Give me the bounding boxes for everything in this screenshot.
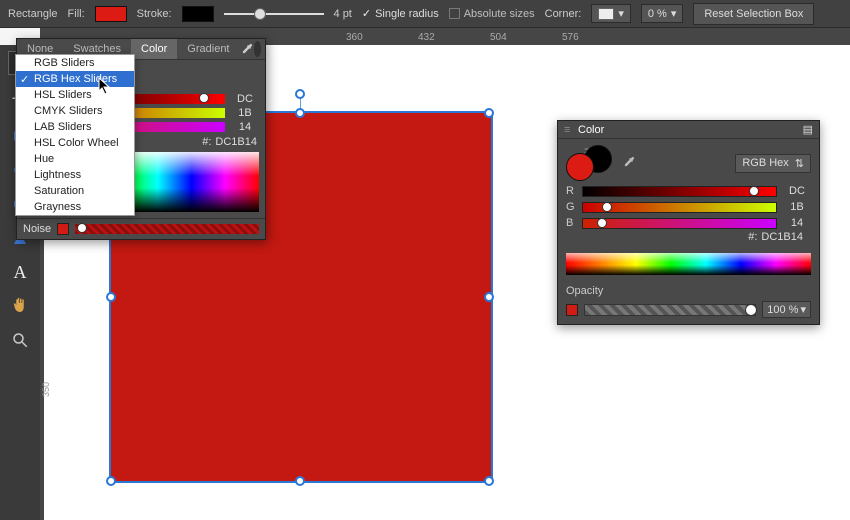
opacity-label: Opacity — [566, 285, 811, 297]
fill-color-well[interactable] — [566, 153, 594, 181]
selection-handle-w[interactable] — [106, 292, 116, 302]
slider-mode-menu: RGB Sliders ✓RGB Hex Sliders HSL Sliders… — [15, 54, 135, 216]
noise-label: Noise — [23, 223, 51, 235]
channel-r-label: R — [566, 185, 576, 197]
rotation-handle[interactable] — [295, 89, 305, 99]
channel-r-slider[interactable] — [582, 186, 777, 197]
menu-item-hsl-color-wheel[interactable]: HSL Color Wheel — [16, 135, 134, 151]
panel-menu-button[interactable]: ▤ — [803, 123, 813, 136]
eyedropper-button[interactable] — [622, 155, 642, 172]
context-bar: Rectangle Fill: Stroke: 4 pt ✓ Single rad… — [0, 0, 850, 28]
menu-item-lightness[interactable]: Lightness — [16, 167, 134, 183]
corner-label: Corner: — [545, 8, 582, 20]
zoom-tool[interactable] — [9, 329, 31, 351]
selection-handle-se[interactable] — [484, 476, 494, 486]
channel-g-slider[interactable] — [582, 202, 777, 213]
menu-item-grayness[interactable]: Grayness — [16, 199, 134, 215]
selection-handle-sw[interactable] — [106, 476, 116, 486]
selection-handle-n[interactable] — [295, 108, 305, 118]
panel-spectrum-picker[interactable] — [566, 253, 811, 275]
menu-item-rgb-hex-sliders[interactable]: ✓RGB Hex Sliders — [16, 71, 134, 87]
color-model-select[interactable]: RGB Hex ⇅ — [735, 154, 811, 173]
selection-handle-ne[interactable] — [484, 108, 494, 118]
stroke-swatch[interactable] — [182, 6, 214, 22]
corner-value: 0 % — [648, 8, 667, 20]
green-value[interactable]: 1B — [231, 107, 259, 119]
fill-swatch[interactable] — [95, 6, 127, 22]
opacity-slider[interactable] — [584, 304, 756, 316]
stroke-label: Stroke: — [137, 8, 172, 20]
text-tool[interactable]: A — [9, 261, 31, 283]
chevron-down-icon: ▾ — [800, 303, 806, 316]
check-icon: ✓ — [20, 73, 29, 86]
ruler-tick-label: 432 — [418, 32, 435, 43]
mouse-cursor-icon — [98, 77, 112, 95]
opacity-value-dropdown[interactable]: 100 %▾ — [762, 301, 811, 318]
channel-b-value[interactable]: 14 — [783, 217, 811, 229]
color-panel-title[interactable]: Color — [578, 124, 604, 136]
ruler-tick-label: 504 — [490, 32, 507, 43]
slider-mode-dropdown[interactable] — [254, 41, 262, 57]
menu-item-saturation[interactable]: Saturation — [16, 183, 134, 199]
channel-b-label: B — [566, 217, 576, 229]
absolute-sizes-checkbox[interactable]: Absolute sizes — [449, 8, 535, 20]
hex-value[interactable]: DC1B14 — [761, 231, 803, 243]
menu-item-rgb-sliders[interactable]: RGB Sliders — [16, 55, 134, 71]
object-type-label: Rectangle — [8, 8, 58, 20]
menu-item-hsl-sliders[interactable]: HSL Sliders — [16, 87, 134, 103]
fill-label: Fill: — [68, 8, 85, 20]
corner-type-dropdown[interactable]: ▾ — [591, 4, 631, 23]
red-value[interactable]: DC — [231, 93, 259, 105]
ruler-tick-label: 576 — [562, 32, 579, 43]
check-icon: ✓ — [362, 7, 371, 20]
channel-b-slider[interactable] — [582, 218, 777, 229]
menu-item-cmyk-sliders[interactable]: CMYK Sliders — [16, 103, 134, 119]
chevron-down-icon: ▾ — [618, 7, 624, 20]
hand-tool[interactable] — [9, 295, 31, 317]
chevron-down-icon: ▾ — [671, 7, 677, 20]
single-radius-checkbox[interactable]: ✓ Single radius — [362, 7, 439, 20]
color-model-label: RGB Hex — [742, 157, 788, 169]
opacity-value: 100 % — [767, 304, 798, 316]
ruler-tick-label: 350 — [41, 382, 51, 397]
noise-slider[interactable] — [75, 224, 259, 234]
hex-label: #: — [748, 231, 757, 243]
stroke-width-slider[interactable] — [224, 13, 324, 15]
hex-label: #: — [202, 136, 211, 148]
ruler-tick-label: 360 — [346, 32, 363, 43]
absolute-sizes-label: Absolute sizes — [464, 8, 535, 20]
channel-r-value[interactable]: DC — [783, 185, 811, 197]
corner-preview-icon — [598, 8, 614, 20]
hex-value[interactable]: DC1B14 — [215, 136, 257, 148]
menu-item-hue[interactable]: Hue — [16, 151, 134, 167]
color-panel: ≡ Color ▤ ⇄ RGB Hex ⇅ R DC G 1B B 14 #: DC1B1… — [557, 120, 820, 325]
opacity-swatch — [566, 304, 578, 316]
fill-stroke-wells[interactable]: ⇄ — [566, 145, 614, 181]
selection-handle-e[interactable] — [484, 292, 494, 302]
reset-selection-box-button[interactable]: Reset Selection Box — [693, 3, 814, 25]
updown-icon: ⇅ — [795, 157, 804, 170]
single-radius-label: Single radius — [375, 8, 439, 20]
blue-value[interactable]: 14 — [231, 121, 259, 133]
noise-swatch — [57, 223, 69, 235]
stroke-width-value: 4 pt — [334, 8, 352, 20]
menu-item-lab-sliders[interactable]: LAB Sliders — [16, 119, 134, 135]
popover-tab-color[interactable]: Color — [131, 39, 177, 59]
channel-g-label: G — [566, 201, 576, 213]
popover-tab-gradient[interactable]: Gradient — [177, 39, 239, 59]
channel-g-value[interactable]: 1B — [783, 201, 811, 213]
eyedropper-button[interactable] — [240, 39, 254, 59]
selection-handle-s[interactable] — [295, 476, 305, 486]
corner-value-dropdown[interactable]: 0 % ▾ — [641, 4, 684, 23]
panel-grip-icon[interactable]: ≡ — [564, 129, 578, 131]
